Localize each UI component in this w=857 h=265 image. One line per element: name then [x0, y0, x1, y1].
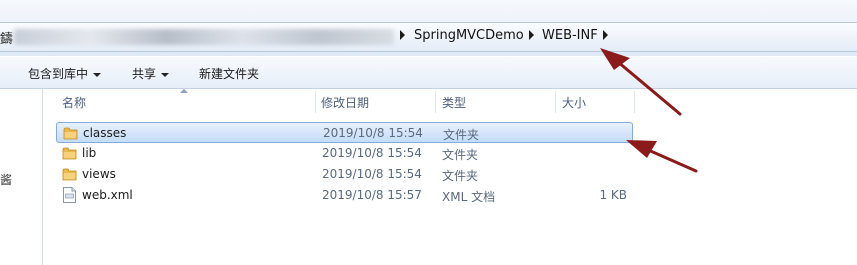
include-in-library-button[interactable]: 包含到库中 — [28, 65, 102, 82]
file-name: classes — [83, 126, 127, 140]
breadcrumb-chevron-icon[interactable] — [529, 30, 534, 40]
breadcrumb-springmvcdemo[interactable]: SpringMVCDemo — [414, 28, 524, 43]
folder-icon — [62, 147, 77, 160]
file-modified: 2019/10/8 15:54 — [322, 167, 422, 181]
column-divider[interactable] — [555, 91, 556, 113]
command-toolbar: 包含到库中 共享 新建文件夹 — [0, 57, 857, 89]
breadcrumb-web-inf[interactable]: WEB-INF — [542, 28, 598, 43]
new-folder-button[interactable]: 新建文件夹 — [199, 65, 259, 82]
address-bar[interactable]: 鑄 SpringMVCDemo WEB-INF — [0, 22, 857, 52]
column-divider[interactable] — [435, 91, 436, 113]
share-label: 共享 — [132, 67, 157, 81]
xml-file-icon — [63, 187, 76, 203]
file-type: 文件夹 — [443, 128, 480, 142]
column-header-size[interactable]: 大小 — [562, 94, 586, 111]
file-type: 文件夹 — [442, 148, 479, 162]
file-modified: 2019/10/8 15:57 — [322, 188, 422, 202]
column-header-type[interactable]: 类型 — [442, 94, 466, 111]
column-divider[interactable] — [315, 91, 316, 113]
file-row-classes[interactable]: classes 2019/10/8 15:54 文件夹 — [56, 122, 633, 143]
file-name: web.xml — [82, 188, 133, 202]
file-type: XML 文档 — [442, 190, 496, 204]
file-row-lib[interactable]: lib 2019/10/8 15:54 文件夹 — [56, 143, 633, 164]
chevron-down-icon — [93, 72, 102, 77]
nav-item-label: 酱 — [0, 173, 13, 187]
file-modified: 2019/10/8 15:54 — [323, 126, 423, 140]
sort-ascending-icon — [180, 89, 188, 93]
share-button[interactable]: 共享 — [132, 65, 170, 82]
include-in-library-label: 包含到库中 — [28, 67, 89, 81]
navigation-pane[interactable]: 酱 — [0, 89, 43, 265]
blurred-path — [14, 29, 394, 45]
file-name: lib — [82, 146, 97, 160]
file-name: views — [82, 167, 116, 181]
column-divider[interactable] — [634, 91, 635, 113]
column-header-modified[interactable]: 修改日期 — [321, 94, 369, 111]
chevron-down-icon — [161, 72, 170, 77]
cropped-glyph: 鑄 — [0, 32, 14, 47]
folder-icon — [63, 127, 78, 140]
column-header-name[interactable]: 名称 — [62, 94, 86, 111]
annotation-arrow-classes — [626, 140, 698, 173]
file-type: 文件夹 — [442, 169, 479, 183]
file-row-web-xml[interactable]: web.xml 2019/10/8 15:57 XML 文档 1 KB — [56, 185, 633, 206]
file-row-views[interactable]: views 2019/10/8 15:54 文件夹 — [56, 164, 633, 185]
breadcrumb-chevron-icon[interactable] — [400, 30, 405, 40]
address-bar-area: 鑄 SpringMVCDemo WEB-INF — [0, 0, 857, 56]
breadcrumb-chevron-icon[interactable] — [603, 30, 608, 40]
file-modified: 2019/10/8 15:54 — [322, 146, 422, 160]
file-size: 1 KB — [599, 188, 627, 202]
folder-icon — [62, 168, 77, 181]
